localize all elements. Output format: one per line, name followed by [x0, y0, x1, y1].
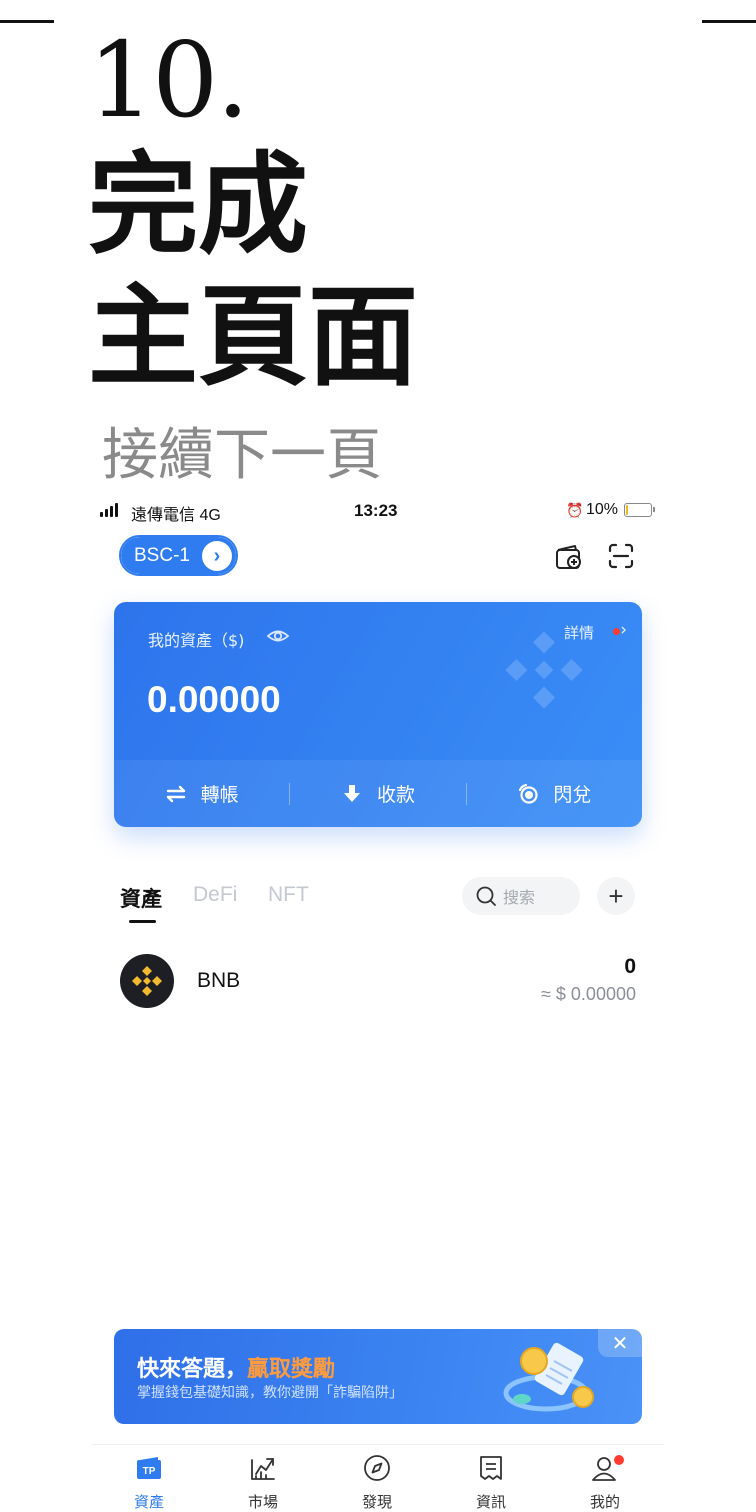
tp-wallet-icon: TP	[137, 1457, 161, 1479]
receive-icon	[343, 784, 360, 802]
promo-title-accent: 贏取獎勵	[247, 1357, 336, 1382]
details-link[interactable]: 詳情	[564, 622, 612, 643]
step-title-line-2: 主頁面	[88, 272, 418, 401]
signal-strength-icon	[100, 503, 118, 517]
card-actions: 轉帳 收款 閃兌	[114, 760, 642, 827]
compass-icon	[364, 1455, 390, 1481]
my-assets-label: 我的資產（$)	[148, 631, 245, 650]
search-icon	[476, 886, 496, 906]
chain-name: BSC-1	[134, 544, 190, 566]
nav-item-me[interactable]: 我的	[565, 1453, 645, 1512]
nav-item-market[interactable]: 市場	[223, 1453, 303, 1512]
bottom-navigation: TP 資產 市場 發現 資訊 我的	[92, 1444, 664, 1512]
transfer-button[interactable]: 轉帳	[114, 780, 289, 807]
transfer-icon	[166, 785, 185, 802]
status-time: 13:23	[354, 501, 398, 520]
chevron-right-icon: ›	[620, 620, 627, 640]
svg-text:TP: TP	[143, 1466, 156, 1477]
swap-icon	[519, 783, 538, 804]
notification-dot	[614, 1455, 624, 1465]
news-icon	[480, 1456, 502, 1480]
add-token-button[interactable]: +	[597, 877, 635, 915]
token-fiat-value: ≈ $ 0.00000	[541, 984, 636, 1004]
alarm-icon: ⏰	[566, 502, 584, 518]
nav-item-discover[interactable]: 發現	[337, 1453, 417, 1512]
swap-label: 閃兌	[553, 784, 592, 806]
battery-level-fill	[626, 505, 628, 515]
nav-label-market: 市場	[247, 1493, 278, 1511]
token-row-bnb[interactable]: BNB 0 ≈ $ 0.00000	[114, 950, 642, 1014]
tab-assets[interactable]: 資產	[120, 883, 162, 913]
swap-button[interactable]: 閃兌	[467, 780, 642, 807]
market-chart-icon	[251, 1458, 275, 1480]
bnb-logo-icon	[120, 954, 174, 1008]
close-icon[interactable]: ✕	[598, 1329, 642, 1357]
token-amount: 0	[624, 955, 636, 978]
status-bar: 遠傳電信 4G 13:23 ⏰ 10%	[100, 498, 660, 524]
battery-icon	[624, 503, 655, 517]
asset-card: 我的資產（$) 詳情 › 0.00000 轉帳 收款 閃兌	[114, 602, 642, 827]
receive-label: 收款	[376, 784, 415, 806]
details-label: 詳情	[563, 624, 594, 642]
step-title-line-1: 完成	[88, 140, 308, 269]
battery-percent: 10%	[586, 501, 619, 518]
step-number: 10.	[88, 19, 249, 141]
quiz-promo-banner[interactable]: 快來答題，贏取獎勵 掌握錢包基礎知識，教你避開「詐騙陷阱」 ✕	[114, 1329, 642, 1424]
search-placeholder: 搜索	[503, 888, 536, 907]
promo-title-prefix: 快來答題，	[137, 1357, 248, 1382]
promo-subtitle: 掌握錢包基礎知識，教你避開「詐騙陷阱」	[137, 1385, 403, 1401]
nav-item-news[interactable]: 資訊	[451, 1453, 531, 1512]
wallet-add-icon[interactable]	[553, 540, 585, 572]
tab-defi[interactable]: DeFi	[193, 883, 237, 907]
token-symbol: BNB	[197, 969, 241, 992]
decorative-line-left	[0, 20, 54, 23]
carrier-label: 遠傳電信 4G	[131, 507, 221, 524]
continue-note: 接續下一頁	[102, 423, 382, 488]
scan-icon[interactable]	[605, 540, 637, 572]
receive-button[interactable]: 收款	[290, 780, 465, 807]
chevron-right-icon: ›	[202, 541, 232, 571]
promo-title: 快來答題，贏取獎勵	[137, 1351, 335, 1383]
nav-label-assets: 資產	[133, 1493, 164, 1511]
nav-item-assets[interactable]: TP 資產	[109, 1453, 189, 1512]
notification-dot	[613, 628, 620, 635]
transfer-label: 轉帳	[200, 784, 239, 806]
total-balance: 0.00000	[147, 679, 281, 720]
reward-coins-illustration	[503, 1342, 594, 1412]
chain-selector-button[interactable]: BSC-1 ›	[119, 535, 238, 576]
active-tab-indicator	[129, 920, 156, 923]
decorative-line-right	[702, 20, 756, 23]
nav-label-news: 資訊	[475, 1493, 506, 1511]
tab-nft[interactable]: NFT	[268, 883, 309, 907]
nav-label-me: 我的	[589, 1493, 620, 1511]
search-input[interactable]: 搜索	[462, 877, 580, 915]
eye-icon[interactable]	[266, 626, 290, 646]
nav-label-discover: 發現	[361, 1493, 392, 1511]
